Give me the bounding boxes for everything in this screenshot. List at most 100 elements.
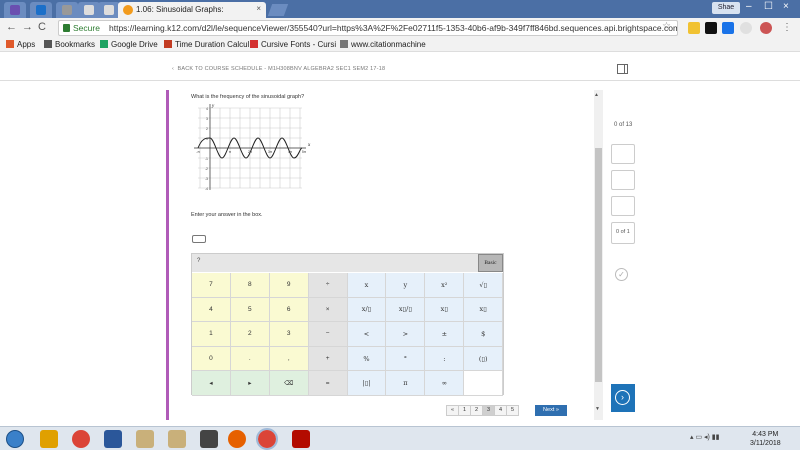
keypad-key[interactable]: ⌫: [269, 371, 309, 396]
keypad-mode-button[interactable]: Basic: [478, 254, 503, 272]
tab-mail[interactable]: [4, 2, 26, 18]
extension-icon[interactable]: [740, 22, 752, 34]
back-button[interactable]: ←: [6, 21, 17, 33]
keypad-key[interactable]: 3: [269, 322, 309, 347]
media-player-icon[interactable]: [200, 430, 218, 448]
keypad-key[interactable]: 6: [269, 297, 309, 323]
keypad-key[interactable]: 1: [192, 322, 231, 347]
keypad-key[interactable]: =: [308, 371, 348, 396]
keypad-key[interactable]: x▯: [464, 297, 504, 323]
close-window-button[interactable]: ×: [783, 1, 789, 12]
keypad-key[interactable]: x: [347, 273, 387, 298]
next-question-button[interactable]: ›: [611, 384, 635, 412]
next-button[interactable]: Next »: [535, 405, 567, 416]
keypad-key[interactable]: 4: [192, 297, 231, 323]
keypad-key[interactable]: ,: [269, 346, 309, 372]
scrollbar-thumb[interactable]: [595, 148, 602, 382]
close-tab-icon[interactable]: ×: [256, 4, 261, 13]
keypad-key[interactable]: 9: [269, 273, 309, 298]
side-panel-box[interactable]: [611, 144, 635, 164]
tab-cursor-2[interactable]: [98, 2, 120, 18]
forward-button[interactable]: →: [22, 21, 33, 33]
bookmark-label: Cursive Fonts - Cursi: [261, 40, 337, 49]
files-icon[interactable]: [168, 430, 186, 448]
keypad-key[interactable]: %: [347, 346, 387, 372]
extension-icon[interactable]: [722, 22, 734, 34]
bookmark-time-duration[interactable]: Time Duration Calcul: [164, 40, 249, 49]
side-panel-box[interactable]: [611, 170, 635, 190]
bookmark-star-icon[interactable]: ☆: [662, 21, 671, 32]
keypad-key[interactable]: x▯: [425, 297, 465, 323]
math-keypad: ? Basic 7 8 9 ÷ x y x² √▯ 4 5 6 × x/▯ x▯/▯ x▯ x▯ 1 2 3− < > ±…: [191, 253, 504, 396]
keypad-key[interactable]: <: [347, 322, 387, 347]
tab-cursor[interactable]: [78, 2, 100, 18]
bookmark-cursive-fonts[interactable]: Cursive Fonts - Cursi: [250, 40, 336, 49]
address-bar[interactable]: Secure https://learning.k12.com/d2l/le/s…: [58, 20, 678, 36]
profile-chip[interactable]: Shae: [712, 2, 740, 14]
keypad-key[interactable]: :: [425, 346, 465, 372]
system-tray[interactable]: ▴ ▭ ◂) ▮▮: [690, 433, 720, 441]
keypad-key[interactable]: ±: [425, 322, 465, 347]
keypad-key[interactable]: 2: [230, 322, 270, 347]
keypad-key[interactable]: x/▯: [347, 297, 387, 323]
explorer-icon[interactable]: [40, 430, 58, 448]
bookmark-bookmarks[interactable]: Bookmarks: [44, 40, 95, 49]
keypad-key[interactable]: >: [386, 322, 426, 347]
keypad-key[interactable]: −: [308, 322, 348, 347]
keypad-key[interactable]: 7: [192, 273, 231, 298]
keypad-key[interactable]: 5: [230, 297, 270, 323]
menu-icon[interactable]: ⋮: [781, 22, 793, 34]
back-to-schedule-link[interactable]: ‹ BACK TO COURSE SCHEDULE - M1H308BNV AL…: [172, 66, 385, 72]
word-icon[interactable]: [104, 430, 122, 448]
keypad-key[interactable]: ÷: [308, 273, 348, 298]
chrome-icon[interactable]: [72, 430, 90, 448]
content-accent-bar: [166, 90, 169, 420]
bookmark-citation-machine[interactable]: www.citationmachine: [340, 40, 426, 49]
start-button[interactable]: [6, 430, 24, 448]
keypad-key[interactable]: x▯/▯: [386, 297, 426, 323]
keypad-key[interactable]: (▯): [464, 346, 504, 372]
answer-input[interactable]: [192, 235, 206, 243]
maximize-button[interactable]: ☐: [764, 1, 773, 12]
keypad-key[interactable]: ∞: [425, 371, 465, 396]
keypad-key[interactable]: 0: [192, 346, 231, 372]
tab-outlook[interactable]: [30, 2, 52, 18]
new-tab-button[interactable]: [267, 4, 289, 16]
keypad-key[interactable]: ◂: [192, 371, 231, 396]
extension-icon[interactable]: [705, 22, 717, 34]
keypad-key[interactable]: °: [386, 346, 426, 372]
keypad-key[interactable]: $: [464, 322, 504, 347]
keypad-key[interactable]: .: [230, 346, 270, 372]
drive-icon: [100, 40, 108, 48]
reload-button[interactable]: C: [38, 21, 46, 33]
chrome-active-icon[interactable]: [256, 428, 278, 450]
keypad-key[interactable]: ×: [308, 297, 348, 323]
bookmark-google-drive[interactable]: Google Drive: [100, 40, 158, 49]
firefox-icon[interactable]: [228, 430, 246, 448]
panel-toggle-icon[interactable]: [617, 64, 628, 74]
keypad-key[interactable]: ▸: [230, 371, 270, 396]
mail-icon: [10, 5, 20, 15]
tab-active[interactable]: 1.06: Sinusoidal Graphs: ×: [118, 2, 266, 18]
side-panel-box[interactable]: [611, 196, 635, 216]
keypad-key[interactable]: x²: [425, 273, 465, 298]
keypad-key[interactable]: |▯|: [347, 371, 387, 396]
bookmark-apps[interactable]: Apps: [6, 40, 35, 49]
files-icon[interactable]: [136, 430, 154, 448]
keypad-key[interactable]: +: [308, 346, 348, 372]
minimize-button[interactable]: –: [746, 1, 752, 12]
keypad-key[interactable]: √▯: [464, 273, 504, 298]
tab-chart[interactable]: [56, 2, 78, 18]
clock[interactable]: 4:43 PM 3/11/2018: [750, 430, 781, 448]
star-icon: [44, 40, 52, 48]
scroll-down-arrow[interactable]: ▼: [595, 406, 600, 412]
pager-page[interactable]: 5: [506, 405, 519, 416]
keypad-key[interactable]: π: [386, 371, 426, 396]
keypad-key[interactable]: 8: [230, 273, 270, 298]
scroll-up-arrow[interactable]: ▲: [594, 92, 599, 98]
acrobat-icon[interactable]: [292, 430, 310, 448]
account-avatar[interactable]: [760, 22, 772, 34]
keypad-help-button[interactable]: ?: [197, 258, 200, 264]
keypad-key[interactable]: y: [386, 273, 426, 298]
extension-icon[interactable]: [688, 22, 700, 34]
